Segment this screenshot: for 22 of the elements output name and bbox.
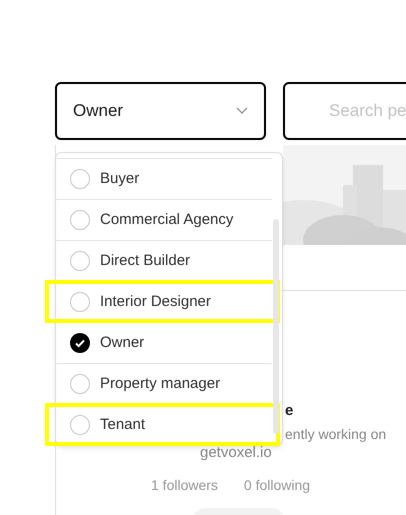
profile-bio: ently working on xyxy=(285,425,388,444)
role-option[interactable]: Interior Designer xyxy=(56,281,272,322)
search-field[interactable]: Search pe xyxy=(283,82,406,140)
radio-icon xyxy=(70,210,90,230)
profile-link[interactable]: getvoxel.io xyxy=(200,443,406,463)
role-option[interactable]: Direct Builder xyxy=(56,240,272,281)
role-option[interactable]: Owner xyxy=(56,322,272,363)
following-count: 0 following xyxy=(244,476,310,495)
radio-icon xyxy=(70,169,90,189)
profile-name: e xyxy=(285,401,294,421)
followers-count: 1 followers xyxy=(151,476,218,495)
chevron-down-icon xyxy=(236,107,248,115)
role-select[interactable]: Owner xyxy=(55,82,266,140)
role-option[interactable]: Property manager xyxy=(56,363,272,404)
role-option[interactable]: Tenant xyxy=(56,404,272,445)
radio-icon xyxy=(70,374,90,394)
radio-icon xyxy=(70,415,90,435)
checked-radio-icon xyxy=(70,333,90,353)
role-option[interactable]: Commercial Agency xyxy=(56,199,272,240)
radio-icon xyxy=(70,251,90,271)
role-option[interactable]: Buyer xyxy=(56,158,272,199)
radio-icon xyxy=(70,292,90,312)
